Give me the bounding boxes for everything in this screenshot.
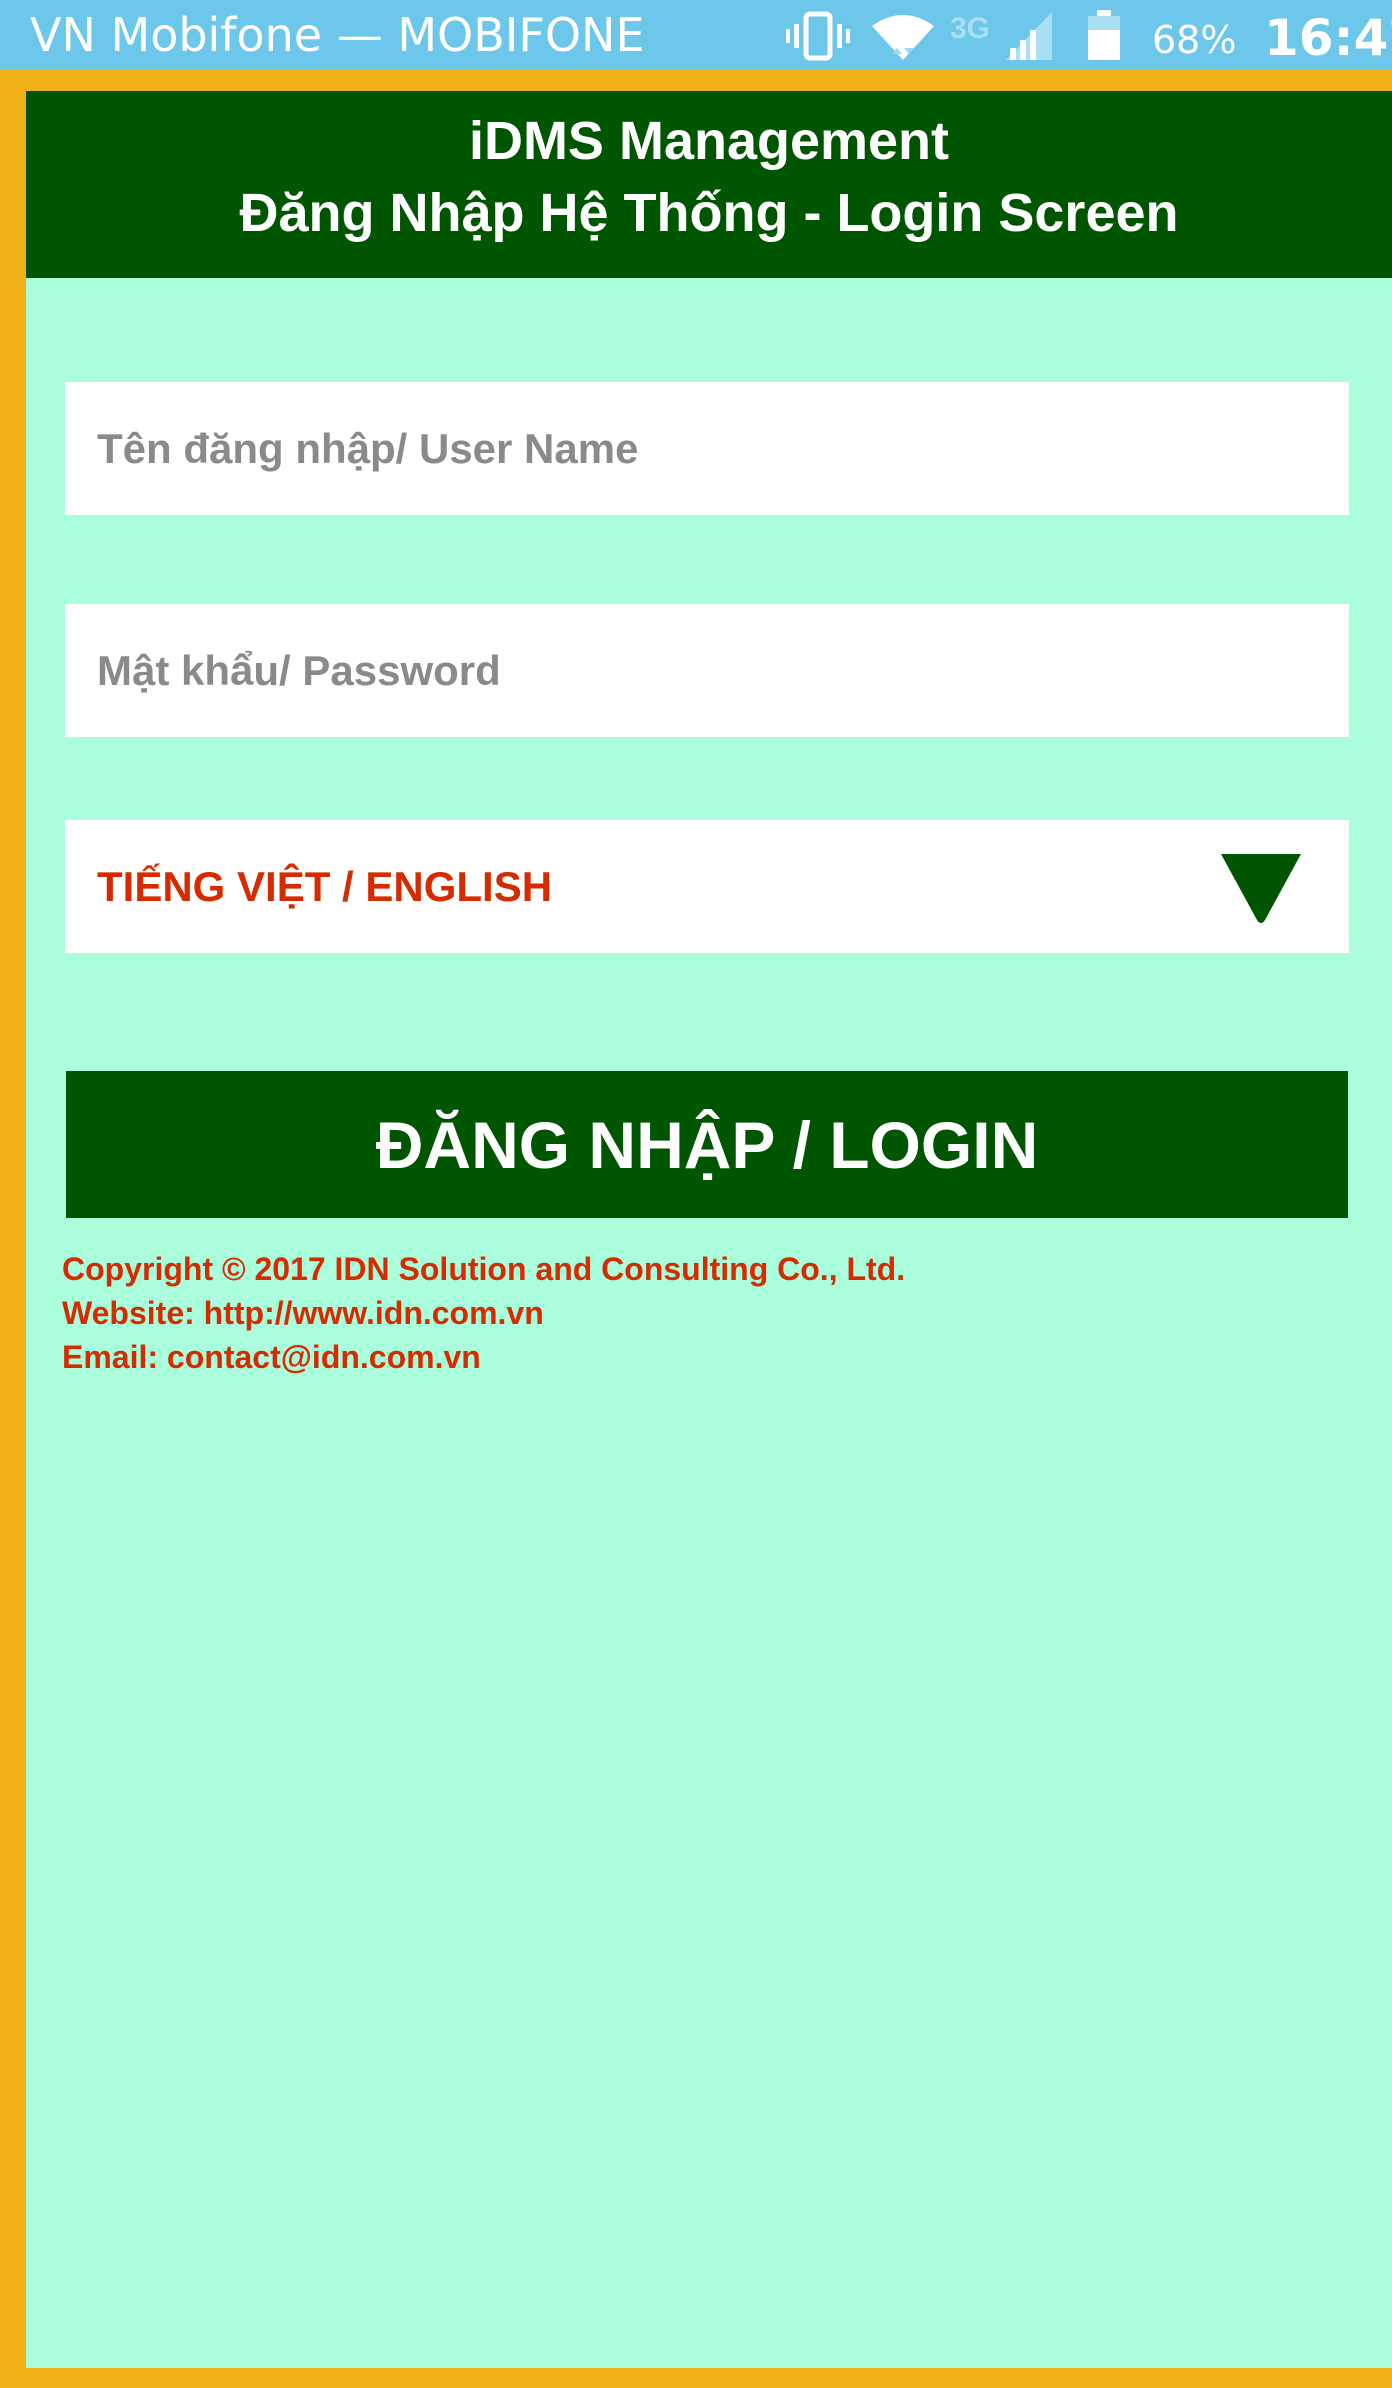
language-selected-value: TIẾNG VIỆT / ENGLISH: [97, 863, 553, 910]
battery-icon: [1086, 10, 1126, 62]
battery-percent: 68%: [1152, 18, 1237, 62]
app-title: iDMS Management: [468, 111, 950, 171]
password-field[interactable]: [65, 604, 1349, 737]
app-header: iDMS Management Đăng Nhập Hệ Thống - Log…: [26, 91, 1392, 278]
vibrate-icon: [786, 10, 850, 62]
copyright-text: Copyright © 2017 IDN Solution and Consul…: [62, 1251, 906, 1287]
wifi-icon: [870, 10, 940, 62]
footer: Copyright © 2017 IDN Solution and Consul…: [62, 1247, 905, 1379]
status-icons: 3G: [786, 10, 1126, 62]
dropdown-triangle-icon[interactable]: [1217, 850, 1305, 926]
screen-title: Đăng Nhập Hệ Thống - Login Screen: [239, 183, 1179, 243]
clock: 16:47: [1264, 9, 1392, 67]
status-bar: VN Mobifone — MOBIFONE 3G 68% 16:4: [0, 0, 1392, 69]
language-select[interactable]: TIẾNG VIỆT / ENGLISH: [65, 820, 1349, 953]
username-field[interactable]: [65, 382, 1349, 515]
signal-icon: [1004, 10, 1056, 62]
login-screen: iDMS Management Đăng Nhập Hệ Thống - Log…: [26, 91, 1392, 2368]
email-text: Email: contact@idn.com.vn: [62, 1339, 481, 1375]
login-button[interactable]: ĐĂNG NHẬP / LOGIN: [66, 1071, 1348, 1218]
website-text: Website: http://www.idn.com.vn: [62, 1295, 544, 1331]
carrier-name: VN Mobifone — MOBIFONE: [30, 8, 645, 62]
network-type-label: 3G: [950, 12, 991, 45]
